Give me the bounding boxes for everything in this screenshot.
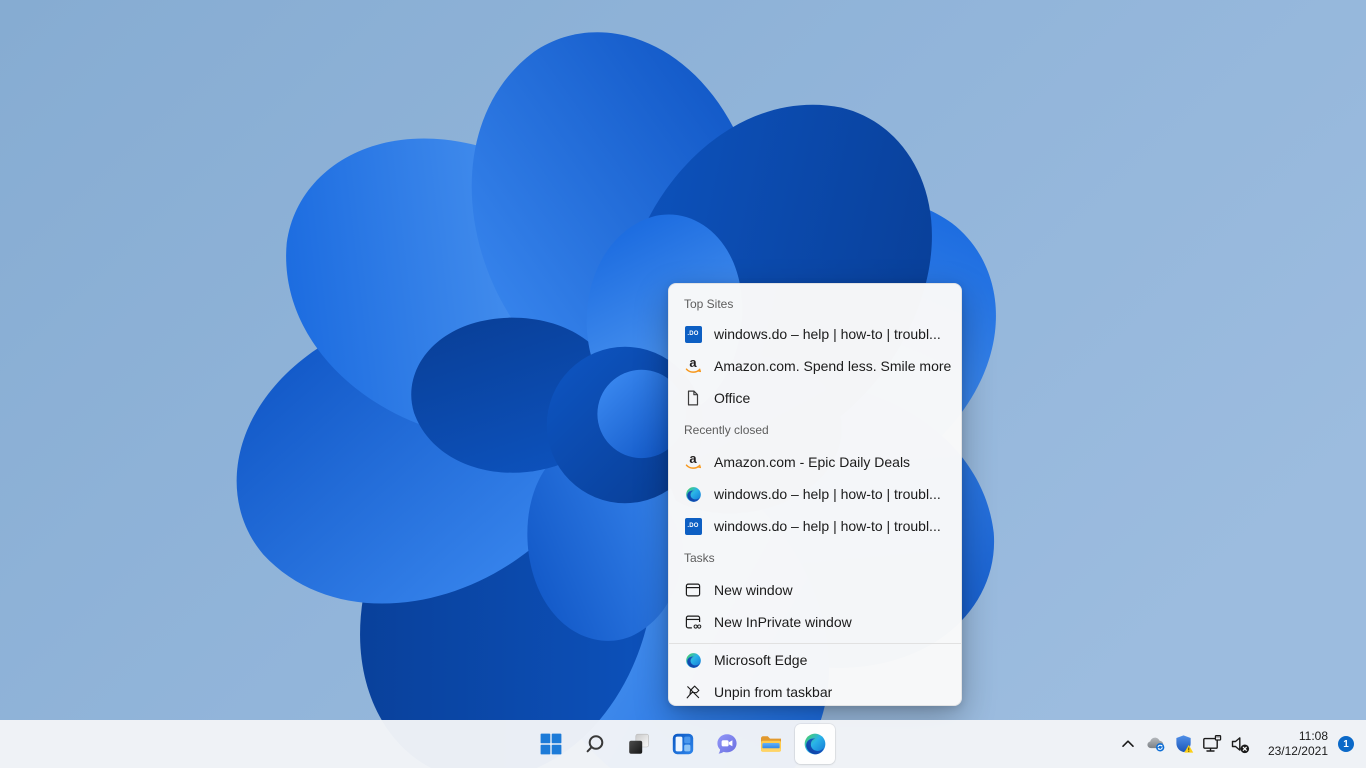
onedrive-sync-icon (1146, 734, 1166, 754)
amazon-favicon: a (684, 357, 702, 375)
show-hidden-icons-button[interactable] (1114, 724, 1142, 764)
system-tray: 11:08 23/12/2021 1 (1114, 720, 1366, 768)
clock[interactable]: 11:08 23/12/2021 (1262, 725, 1334, 763)
windows-do-favicon: .DO (684, 325, 702, 343)
edge-taskbar-button[interactable] (795, 724, 835, 764)
start-button[interactable] (531, 724, 571, 764)
jumplist-item-amazon-deals[interactable]: a Amazon.com - Epic Daily Deals (669, 446, 961, 478)
jumplist-item-label: New InPrivate window (714, 614, 852, 630)
search-icon (583, 732, 607, 756)
security-warning-icon (1174, 734, 1194, 754)
jumplist-item-label: Amazon.com. Spend less. Smile more. (714, 358, 951, 374)
network-volume-flyout-button[interactable] (1198, 734, 1254, 754)
chat-icon (715, 732, 739, 756)
chat-button[interactable] (707, 724, 747, 764)
jumplist-section-title: Top Sites (669, 284, 961, 318)
task-view-icon (627, 732, 651, 756)
windows-do-favicon: .DO (684, 517, 702, 535)
jumplist-item-amazon[interactable]: a Amazon.com. Spend less. Smile more. (669, 350, 961, 382)
taskbar: 11:08 23/12/2021 1 (0, 720, 1366, 768)
unpin-icon (684, 683, 702, 701)
jumplist-section-title: Tasks (669, 542, 961, 574)
jumplist-item-label: windows.do – help | how-to | troubl... (714, 326, 941, 342)
chevron-up-icon (1118, 734, 1138, 754)
jumplist-item-label: windows.do – help | how-to | troubl... (714, 518, 941, 534)
search-button[interactable] (575, 724, 615, 764)
jumplist-item-windows-do-edge[interactable]: windows.do – help | how-to | troubl... (669, 478, 961, 510)
jumplist-item-label: Unpin from taskbar (714, 684, 832, 700)
jumplist-item-unpin[interactable]: Unpin from taskbar (669, 676, 961, 706)
jumplist-section-title: Recently closed (669, 414, 961, 446)
file-explorer-button[interactable] (751, 724, 791, 764)
jumplist-item-new-inprivate[interactable]: New InPrivate window (669, 606, 961, 638)
jumplist-item-windows-do-2[interactable]: .DO windows.do – help | how-to | troubl.… (669, 510, 961, 542)
new-window-icon (684, 581, 702, 599)
jumplist-item-office[interactable]: Office (669, 382, 961, 414)
amazon-favicon: a (684, 453, 702, 471)
page-icon (684, 389, 702, 407)
edge-favicon (684, 485, 702, 503)
start-icon (539, 732, 563, 756)
task-view-button[interactable] (619, 724, 659, 764)
jumplist-item-microsoft-edge[interactable]: Microsoft Edge (669, 644, 961, 676)
volume-muted-icon (1230, 734, 1250, 754)
file-explorer-icon (759, 732, 783, 756)
onedrive-tray-button[interactable] (1142, 724, 1170, 764)
widgets-button[interactable] (663, 724, 703, 764)
edge-icon (684, 651, 702, 669)
jumplist-item-label: Microsoft Edge (714, 652, 807, 668)
windows-security-tray-button[interactable] (1170, 724, 1198, 764)
jumplist-item-label: windows.do – help | how-to | troubl... (714, 486, 941, 502)
clock-date: 23/12/2021 (1268, 744, 1328, 759)
clock-time: 11:08 (1268, 729, 1328, 744)
jumplist-item-label: Amazon.com - Epic Daily Deals (714, 454, 910, 470)
wired-network-icon (1202, 734, 1222, 754)
notification-count-badge[interactable]: 1 (1338, 736, 1354, 752)
jumplist-item-label: New window (714, 582, 793, 598)
jumplist-item-windows-do[interactable]: .DO windows.do – help | how-to | troubl.… (669, 318, 961, 350)
jumplist-item-label: Office (714, 390, 750, 406)
taskbar-center-buttons (531, 724, 835, 764)
jumplist-item-new-window[interactable]: New window (669, 574, 961, 606)
inprivate-icon (684, 613, 702, 631)
edge-icon (803, 732, 827, 756)
edge-jumplist-menu: Top Sites .DO windows.do – help | how-to… (668, 283, 962, 706)
desktop: Top Sites .DO windows.do – help | how-to… (0, 0, 1366, 768)
widgets-icon (671, 732, 695, 756)
